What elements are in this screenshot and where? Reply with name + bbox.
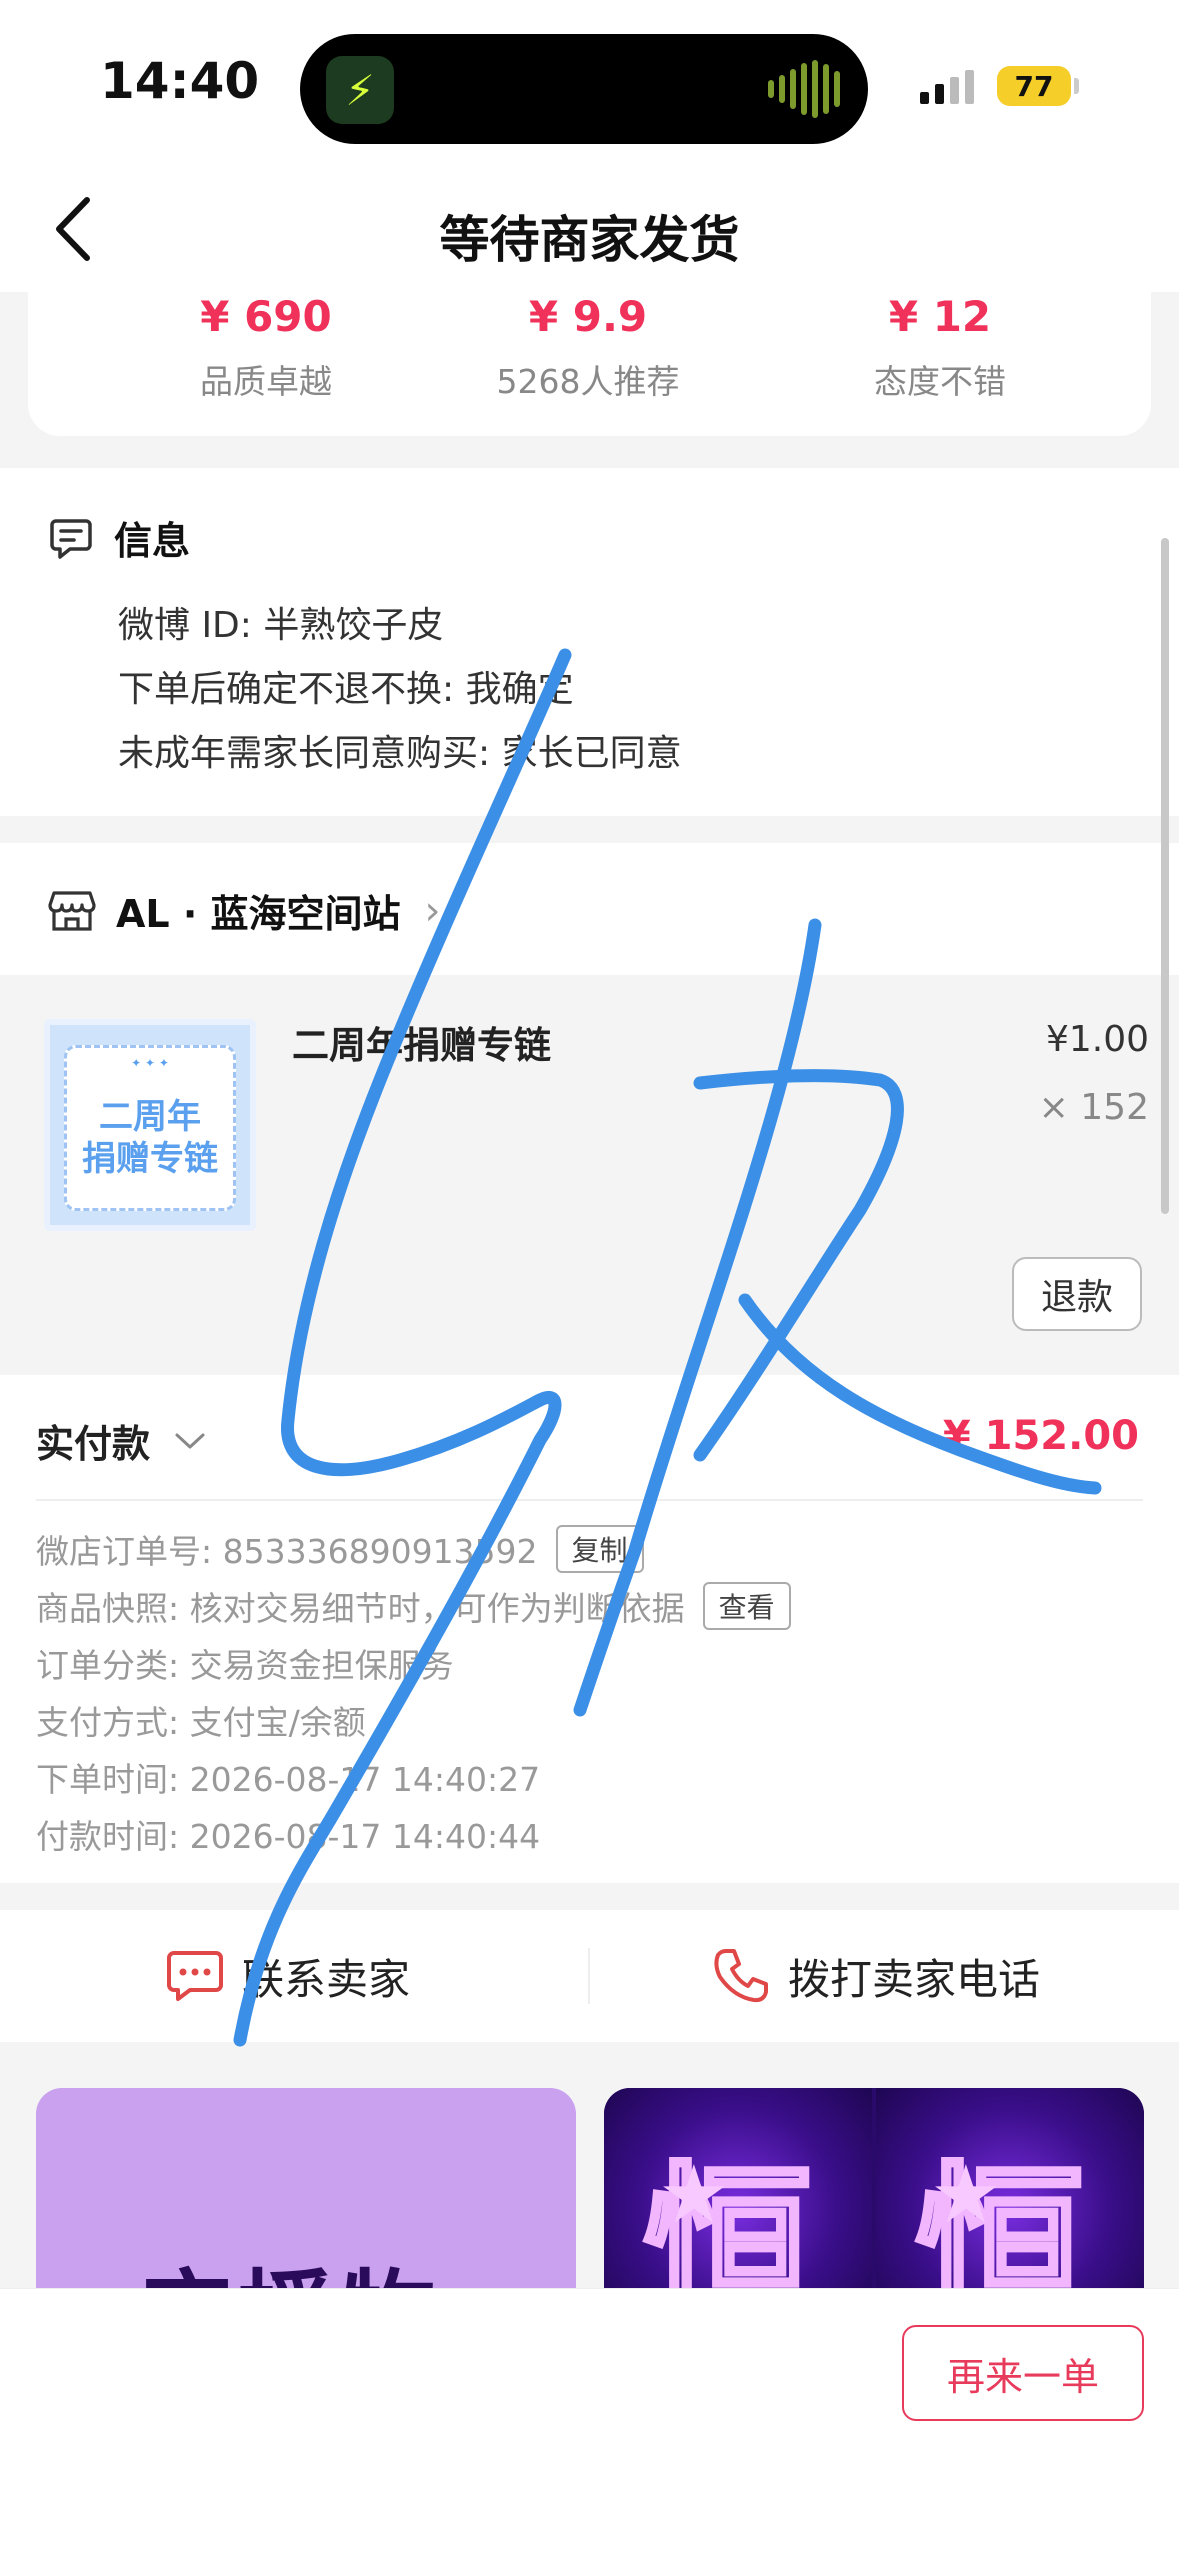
shop-name: AL · 蓝海空间站 <box>116 892 401 936</box>
phone-icon <box>714 1949 768 2003</box>
info-no-refund: 下单后确定不退不换: 我确定 <box>118 669 574 710</box>
stat-attitude: ¥ 12 态度不错 <box>790 292 1090 403</box>
payment-section: 实付款 ¥ 152.00 微店订单号: 853336890913592 复制 商… <box>0 1375 1179 1883</box>
info-header: 信息 <box>48 510 190 565</box>
reorder-button[interactable]: 再来一单 <box>902 2325 1144 2421</box>
snapshot-row: 商品快照: 核对交易细节时，可作为判断依据 查看 <box>36 1582 791 1630</box>
order-info-section: 信息 微博 ID: 半熟饺子皮 下单后确定不退不换: 我确定 未成年需家长同意购… <box>0 468 1179 816</box>
star-icon: ★ <box>658 2148 730 2241</box>
dynamic-island[interactable]: ⚡ <box>300 34 868 144</box>
chat-bubble-icon <box>167 1951 223 2001</box>
chevron-right-icon: › <box>424 887 441 934</box>
bottom-action-bar: 再来一单 <box>0 2288 1179 2556</box>
stat-quality: ¥ 690 品质卓越 <box>116 292 416 403</box>
payment-method: 支付方式: 支付宝/余额 <box>36 1703 366 1742</box>
stat-value: ¥ 9.9 <box>528 292 648 341</box>
cellular-signal-icon <box>920 70 974 104</box>
shop-rating-card: ¥ 690 品质卓越 ¥ 9.9 5268人推荐 ¥ 12 态度不错 <box>28 292 1151 436</box>
status-time: 14:40 <box>100 52 260 110</box>
back-button[interactable] <box>38 194 108 264</box>
product-item[interactable]: ✦ ✦ ✦ 二周年 捐赠专链 二周年捐赠专链 ¥1.00 × 152 退款 <box>0 975 1179 1375</box>
audio-wave-icon <box>768 60 840 118</box>
paid-amount-value: ¥ 152.00 <box>942 1413 1139 1459</box>
copy-button[interactable]: 复制 <box>555 1525 644 1573</box>
thumbnail-text-line1: 二周年 <box>99 1097 201 1137</box>
order-number: 微店订单号: 853336890913592 <box>36 1532 538 1571</box>
shop-section: AL · 蓝海空间站 › <box>0 843 1179 975</box>
recommend-card-left[interactable]: 应援物 <box>36 2088 576 2288</box>
order-number-row: 微店订单号: 853336890913592 复制 <box>36 1525 644 1573</box>
shop-link[interactable]: AL · 蓝海空间站 › <box>48 883 441 938</box>
divider <box>36 1499 1143 1501</box>
battery-tip <box>1074 78 1079 94</box>
neon-sign-image: 恒 ★ <box>604 2088 872 2288</box>
view-snapshot-button[interactable]: 查看 <box>702 1582 791 1630</box>
neon-sign-image: 恒 ★ <box>876 2088 1144 2288</box>
app-activity-icon: ⚡ <box>326 56 394 124</box>
stat-value: ¥ 12 <box>888 292 992 341</box>
call-seller-button[interactable]: 拨打卖家电话 <box>712 1910 1040 2042</box>
recommend-card-right[interactable]: 恒 ★ 恒 ★ <box>604 2088 1144 2288</box>
stat-label: 5268人推荐 <box>496 362 680 401</box>
refund-button[interactable]: 退款 <box>1012 1257 1142 1331</box>
paid-amount-label: 实付款 <box>36 1422 151 1466</box>
stat-label: 品质卓越 <box>200 362 332 401</box>
chevron-down-icon <box>175 1433 205 1448</box>
scroll-indicator[interactable] <box>1161 538 1169 1214</box>
product-thumbnail[interactable]: ✦ ✦ ✦ 二周年 捐赠专链 <box>44 1019 256 1231</box>
recommend-card-left-text: 应援物 <box>136 2238 442 2288</box>
contact-seller-button[interactable]: 联系卖家 <box>166 1910 410 2042</box>
status-bar: 14:40 ⚡ 77 <box>0 0 1179 170</box>
snapshot-text: 商品快照: 核对交易细节时，可作为判断依据 <box>36 1589 685 1628</box>
product-name: 二周年捐赠专链 <box>292 1024 551 1067</box>
info-title: 信息 <box>114 519 191 563</box>
payment-time: 付款时间: 2026-08-17 14:40:44 <box>36 1817 541 1856</box>
divider <box>588 1948 590 2004</box>
store-icon <box>48 890 96 931</box>
chevron-left-icon <box>56 197 90 261</box>
stat-value: ¥ 690 <box>200 292 332 341</box>
message-note-icon <box>50 518 92 559</box>
thumbnail-frame: ✦ ✦ ✦ 二周年 捐赠专链 <box>64 1045 236 1211</box>
thumbnail-deco: ✦ ✦ ✦ <box>131 1056 169 1070</box>
stat-label: 态度不错 <box>874 362 1006 401</box>
page-title: 等待商家发货 <box>439 211 740 269</box>
product-price: ¥1.00 <box>1045 1019 1149 1060</box>
product-quantity: × 152 <box>1038 1087 1149 1128</box>
order-time: 下单时间: 2026-08-17 14:40:27 <box>36 1760 541 1799</box>
thumbnail-text-line2: 捐赠专链 <box>82 1139 218 1179</box>
navigation-bar: 等待商家发货 <box>0 170 1179 292</box>
order-category: 订单分类: 交易资金担保服务 <box>36 1646 454 1685</box>
contact-bar: 联系卖家 拨打卖家电话 <box>0 1910 1179 2042</box>
battery-icon: 77 <box>997 66 1071 106</box>
contact-seller-label: 联系卖家 <box>242 1954 411 2004</box>
call-seller-label: 拨打卖家电话 <box>788 1954 1041 2004</box>
paid-amount-toggle[interactable]: 实付款 <box>36 1413 206 1468</box>
stat-recommend: ¥ 9.9 5268人推荐 <box>438 292 738 403</box>
info-weibo-id: 微博 ID: 半熟饺子皮 <box>118 605 444 646</box>
star-icon: ★ <box>930 2148 1002 2241</box>
info-guardian-consent: 未成年需家长同意购买: 家长已同意 <box>118 733 682 774</box>
